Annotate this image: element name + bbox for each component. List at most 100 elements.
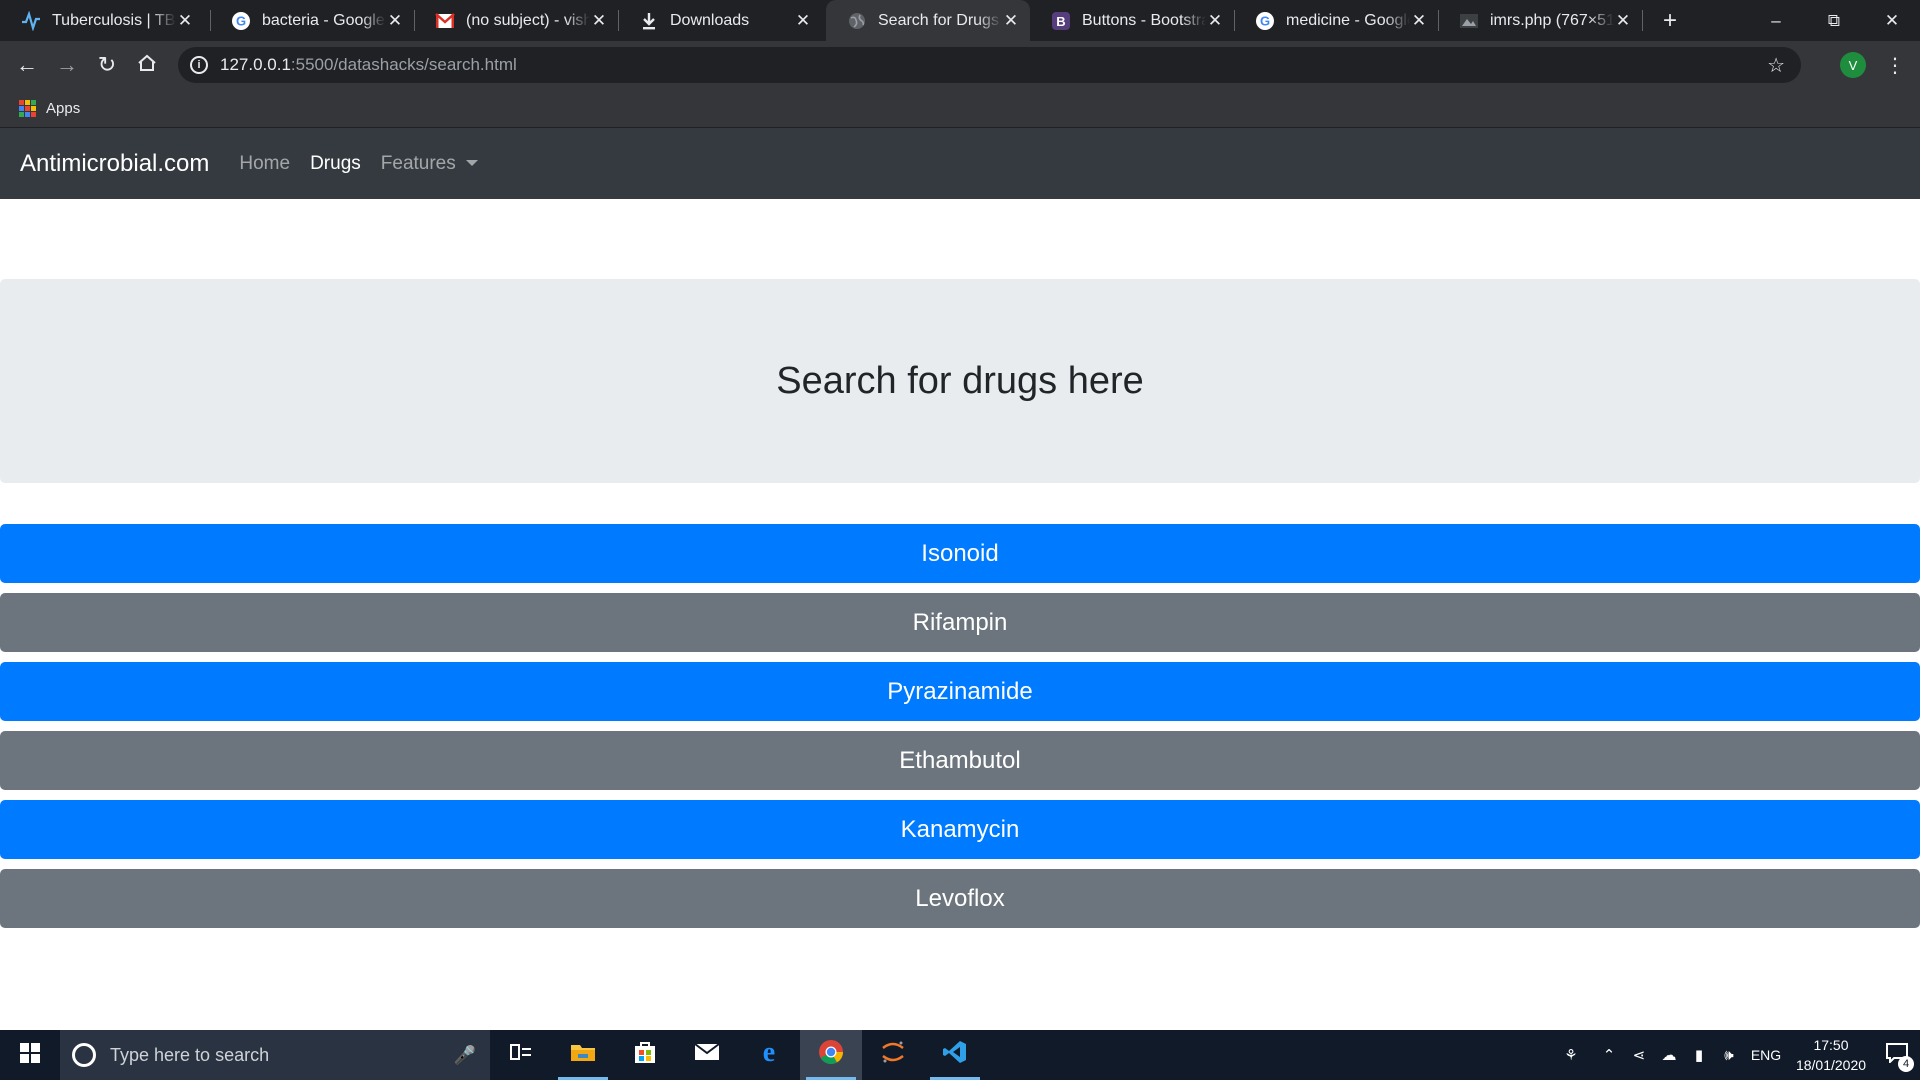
nav-drugs[interactable]: Drugs bbox=[310, 153, 361, 175]
restore-button[interactable]: ⧉ bbox=[1806, 0, 1862, 41]
apps-bookmark[interactable]: Apps bbox=[46, 100, 80, 117]
close-icon[interactable]: ✕ bbox=[590, 11, 608, 31]
minimize-icon: – bbox=[1771, 10, 1781, 30]
tab-title: imrs.php (767×511) bbox=[1490, 11, 1614, 29]
tab-title: (no subject) - vishnu bbox=[466, 11, 590, 29]
jupyter-button[interactable] bbox=[862, 1030, 924, 1080]
url-host: 127.0.0.1 bbox=[220, 55, 291, 74]
chevron-up-icon[interactable]: ⌃ bbox=[1594, 1046, 1624, 1064]
drug-button-ethambutol[interactable]: Ethambutol bbox=[0, 731, 1920, 790]
volume-icon[interactable]: 🕪 bbox=[1714, 1047, 1744, 1064]
tab-bootstrap-buttons[interactable]: B Buttons - Bootstrap ✕ bbox=[1030, 0, 1234, 41]
close-icon[interactable]: ✕ bbox=[1410, 11, 1428, 31]
drug-button-isonoid[interactable]: Isonoid bbox=[0, 524, 1920, 583]
tab-title: Search for Drugs bbox=[878, 11, 999, 29]
svg-text:B: B bbox=[1056, 14, 1065, 29]
drug-button-kanamycin[interactable]: Kanamycin bbox=[0, 800, 1920, 859]
drug-button-levoflox[interactable]: Levoflox bbox=[0, 869, 1920, 928]
taskbar-search-box[interactable]: Type here to search 🎤 bbox=[60, 1030, 490, 1080]
close-icon: ✕ bbox=[1884, 10, 1900, 30]
wifi-icon[interactable]: ⋖ bbox=[1624, 1046, 1654, 1064]
nav-features-label: Features bbox=[380, 152, 456, 174]
folder-icon bbox=[570, 1042, 596, 1068]
close-icon[interactable]: ✕ bbox=[794, 11, 812, 31]
notifications-button[interactable]: 4 bbox=[1874, 1030, 1920, 1080]
tab-imrs[interactable]: imrs.php (767×511) ✕ bbox=[1438, 0, 1642, 41]
task-view-icon bbox=[510, 1042, 532, 1068]
svg-text:G: G bbox=[236, 13, 246, 28]
clock-date: 18/01/2020 bbox=[1795, 1057, 1867, 1073]
page-content: Antimicrobial.com Home Drugs Features Se… bbox=[0, 128, 1920, 1030]
arrow-left-icon: ← bbox=[16, 52, 38, 77]
site-brand[interactable]: Antimicrobial.com bbox=[20, 150, 209, 178]
pulse-icon bbox=[20, 10, 42, 32]
people-icon[interactable]: ⚘ bbox=[1548, 1046, 1594, 1064]
language-indicator[interactable]: ENG bbox=[1744, 1047, 1788, 1063]
address-bar[interactable]: i 127.0.0.1 :5500/datashacks/search.html… bbox=[178, 47, 1801, 83]
close-icon[interactable]: ✕ bbox=[386, 11, 404, 31]
forward-button[interactable]: → bbox=[53, 51, 81, 79]
back-button[interactable]: ← bbox=[13, 51, 41, 79]
tab-search-for-drugs[interactable]: Search for Drugs ✕ bbox=[826, 0, 1030, 41]
cloud-sync-icon[interactable]: ☁ bbox=[1654, 1046, 1684, 1064]
mail-button[interactable] bbox=[676, 1030, 738, 1080]
bookmarks-bar: Apps bbox=[0, 89, 1920, 128]
globe-icon bbox=[846, 10, 868, 32]
browser-toolbar: ← → ↻ i 127.0.0.1 :5500/datashacks/searc… bbox=[0, 41, 1920, 89]
edge-icon: e bbox=[756, 1037, 782, 1071]
arrow-right-icon: → bbox=[56, 52, 78, 77]
more-menu-icon[interactable]: ⋮ bbox=[1885, 53, 1905, 78]
tab-title: Buttons - Bootstrap bbox=[1082, 11, 1206, 29]
edge-button[interactable]: e bbox=[738, 1030, 800, 1080]
nav-features-dropdown[interactable]: Features bbox=[381, 153, 478, 175]
close-icon[interactable]: ✕ bbox=[176, 11, 194, 31]
profile-avatar[interactable]: V bbox=[1840, 52, 1866, 78]
tab-bacteria[interactable]: G bacteria - Google Search ✕ bbox=[210, 0, 414, 41]
plus-icon: + bbox=[1662, 6, 1677, 34]
task-view-button[interactable] bbox=[490, 1030, 552, 1080]
close-icon[interactable]: ✕ bbox=[1002, 11, 1020, 31]
start-button[interactable] bbox=[0, 1030, 60, 1080]
close-window-button[interactable]: ✕ bbox=[1864, 0, 1920, 41]
tab-strip: Tuberculosis | TB | Centers for Disease … bbox=[0, 0, 1920, 41]
svg-text:e: e bbox=[763, 1039, 775, 1065]
home-button[interactable] bbox=[133, 51, 161, 79]
download-icon bbox=[638, 10, 660, 32]
taskbar-search-placeholder: Type here to search bbox=[110, 1044, 270, 1065]
jupyter-icon bbox=[880, 1039, 906, 1071]
nav-home[interactable]: Home bbox=[239, 153, 290, 175]
cortana-icon bbox=[72, 1043, 96, 1067]
close-icon[interactable]: ✕ bbox=[1614, 11, 1632, 31]
tab-gmail[interactable]: (no subject) - vishnu ✕ bbox=[414, 0, 618, 41]
image-icon bbox=[1458, 10, 1480, 32]
battery-icon[interactable]: ▮ bbox=[1684, 1046, 1714, 1064]
clock[interactable]: 17:50 18/01/2020 bbox=[1788, 1035, 1874, 1075]
tab-medicine[interactable]: G medicine - Google Search ✕ bbox=[1234, 0, 1438, 41]
file-explorer-button[interactable] bbox=[552, 1030, 614, 1080]
windows-taskbar: Type here to search 🎤 e ⚘ ⌃ ⋖ ☁ ▮ 🕪 ENG … bbox=[0, 1030, 1920, 1080]
clock-time: 17:50 bbox=[1813, 1037, 1849, 1053]
vscode-button[interactable] bbox=[924, 1030, 986, 1080]
tab-downloads[interactable]: Downloads ✕ bbox=[618, 0, 822, 41]
drug-button-rifampin[interactable]: Rifampin bbox=[0, 593, 1920, 652]
svg-text:G: G bbox=[1260, 13, 1270, 28]
vscode-icon bbox=[942, 1039, 968, 1071]
drug-button-pyrazinamide[interactable]: Pyrazinamide bbox=[0, 662, 1920, 721]
reload-button[interactable]: ↻ bbox=[93, 51, 121, 79]
close-icon[interactable]: ✕ bbox=[1206, 11, 1224, 31]
tab-tuberculosis[interactable]: Tuberculosis | TB | Centers for Disease … bbox=[0, 0, 204, 41]
minimize-button[interactable]: – bbox=[1748, 0, 1804, 41]
new-tab-button[interactable]: + bbox=[1655, 0, 1685, 41]
info-icon[interactable]: i bbox=[190, 56, 208, 74]
microphone-icon[interactable]: 🎤 bbox=[454, 1045, 476, 1066]
store-icon bbox=[633, 1040, 657, 1070]
star-icon[interactable]: ☆ bbox=[1767, 53, 1785, 78]
drug-button-list: Isonoid Rifampin Pyrazinamide Ethambutol… bbox=[0, 524, 1920, 938]
home-icon bbox=[137, 52, 157, 78]
google-icon: G bbox=[230, 10, 252, 32]
gmail-icon bbox=[434, 10, 456, 32]
url-path: :5500/datashacks/search.html bbox=[290, 55, 517, 74]
store-button[interactable] bbox=[614, 1030, 676, 1080]
chrome-button[interactable] bbox=[800, 1030, 862, 1080]
restore-icon: ⧉ bbox=[1827, 10, 1841, 30]
